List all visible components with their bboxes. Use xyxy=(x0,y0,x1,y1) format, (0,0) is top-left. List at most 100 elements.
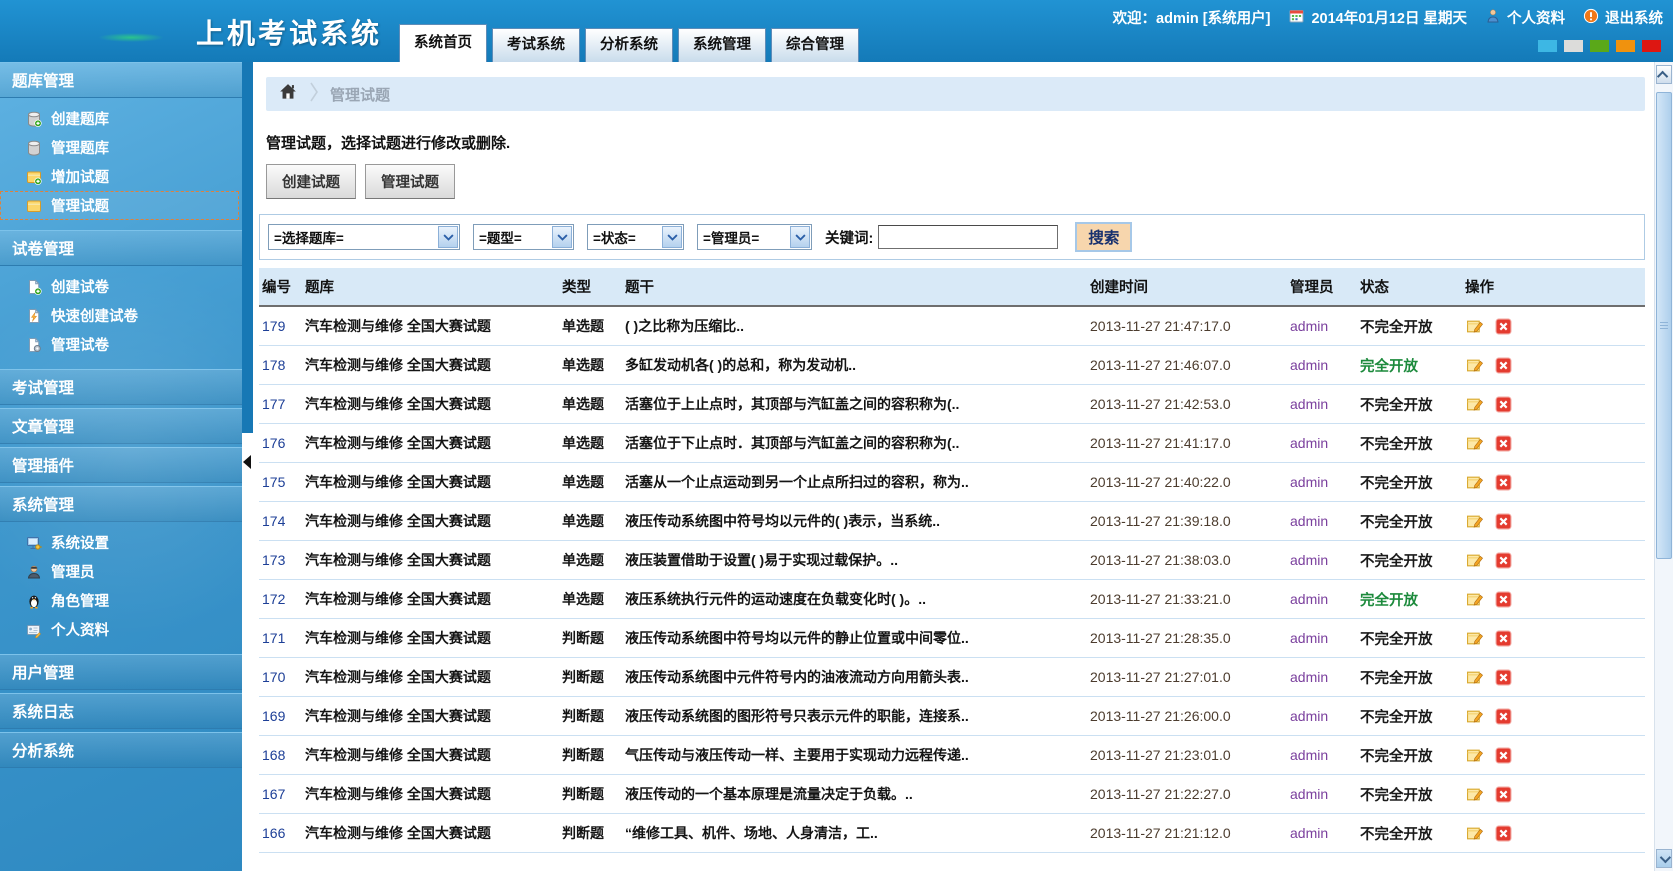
delete-icon[interactable] xyxy=(1495,552,1512,569)
theme-color-swatch[interactable] xyxy=(1564,40,1583,52)
tab-系统管理[interactable]: 系统管理 xyxy=(678,28,766,62)
filter-select-1[interactable]: =选择题库= xyxy=(268,224,460,250)
delete-icon[interactable] xyxy=(1495,786,1512,803)
theme-color-swatch[interactable] xyxy=(1616,40,1635,52)
edit-note-icon[interactable] xyxy=(1465,669,1485,686)
sidebar-item-快速创建试卷[interactable]: 快速创建试卷 xyxy=(0,301,242,330)
cell-stem: 活塞位于下止点时．其顶部与汽缸盖之间的容积称为(.. xyxy=(622,433,1087,453)
tab-考试系统[interactable]: 考试系统 xyxy=(492,28,580,62)
sidebar-section-用户管理[interactable]: 用户管理 xyxy=(0,654,242,690)
scroll-up-button[interactable] xyxy=(1656,65,1672,84)
delete-icon[interactable] xyxy=(1495,318,1512,335)
delete-icon[interactable] xyxy=(1495,357,1512,374)
filter-select-3[interactable]: =状态= xyxy=(587,224,684,250)
edit-note-icon[interactable] xyxy=(1465,708,1485,725)
delete-icon[interactable] xyxy=(1495,708,1512,725)
sidebar-item-管理试题[interactable]: 管理试题 xyxy=(0,191,239,220)
sidebar-item-创建题库[interactable]: 创建题库 xyxy=(0,104,242,133)
edit-note-icon[interactable] xyxy=(1465,552,1485,569)
delete-icon[interactable] xyxy=(1495,474,1512,491)
cell-id: 168 xyxy=(259,747,302,763)
cell-admin: admin xyxy=(1287,474,1357,490)
selected-option: =管理员= xyxy=(703,227,759,247)
sidebar-section-管理插件[interactable]: 管理插件 xyxy=(0,447,242,483)
cell-status: 完全开放 xyxy=(1357,589,1462,610)
sidebar-section-系统日志[interactable]: 系统日志 xyxy=(0,693,242,729)
cell-stem: 活塞位于上止点时，其顶部与汽缸盖之间的容积称为(.. xyxy=(622,394,1087,414)
edit-note-icon[interactable] xyxy=(1465,591,1485,608)
edit-note-icon[interactable] xyxy=(1465,747,1485,764)
edit-note-icon[interactable] xyxy=(1465,513,1485,530)
profile-link[interactable]: 个人资料 xyxy=(1485,7,1565,28)
edit-note-icon[interactable] xyxy=(1465,630,1485,647)
cell-status: 不完全开放 xyxy=(1357,394,1462,415)
delete-icon[interactable] xyxy=(1495,513,1512,530)
filter-select-4[interactable]: =管理员= xyxy=(697,224,812,250)
scroll-down-button[interactable] xyxy=(1656,849,1672,868)
action-button-创建试题[interactable]: 创建试题 xyxy=(266,164,356,199)
tab-综合管理[interactable]: 综合管理 xyxy=(771,28,859,62)
action-button-管理试题[interactable]: 管理试题 xyxy=(365,164,455,199)
sidebar-section-题库管理[interactable]: 题库管理 xyxy=(0,62,242,98)
cell-bank: 汽车检测与维修 全国大赛试题 xyxy=(302,745,559,765)
filter-select-2[interactable]: =题型= xyxy=(473,224,574,250)
logo-graphic xyxy=(98,33,164,42)
sidebar-item-创建试卷[interactable]: 创建试卷 xyxy=(0,272,242,301)
tab-分析系统[interactable]: 分析系统 xyxy=(585,28,673,62)
sidebar-item-管理题库[interactable]: 管理题库 xyxy=(0,133,242,162)
home-icon[interactable] xyxy=(278,82,298,106)
sidebar-item-管理试卷[interactable]: 管理试卷 xyxy=(0,330,242,359)
edit-note-icon[interactable] xyxy=(1465,435,1485,452)
tab-系统首页[interactable]: 系统首页 xyxy=(399,24,487,62)
delete-icon[interactable] xyxy=(1495,435,1512,452)
sidebar-item-角色管理[interactable]: 角色管理 xyxy=(0,586,242,615)
edit-note-icon[interactable] xyxy=(1465,357,1485,374)
cell-id: 173 xyxy=(259,552,302,568)
cell-stem: 液压传动系统图中符号均以元件的( )表示，当系统.. xyxy=(622,511,1087,531)
search-button[interactable]: 搜索 xyxy=(1075,222,1132,252)
sidebar-collapse-handle[interactable] xyxy=(243,455,251,469)
cell-bank: 汽车检测与维修 全国大赛试题 xyxy=(302,706,559,726)
sidebar-section-分析系统[interactable]: 分析系统 xyxy=(0,732,242,768)
delete-icon[interactable] xyxy=(1495,747,1512,764)
sidebar-section-系统管理[interactable]: 系统管理 xyxy=(0,486,242,522)
edit-note-icon[interactable] xyxy=(1465,396,1485,413)
table-row: 170汽车检测与维修 全国大赛试题判断题液压传动系统图中元件符号内的油液流动方向… xyxy=(259,658,1645,697)
edit-note-icon[interactable] xyxy=(1465,474,1485,491)
delete-icon[interactable] xyxy=(1495,825,1512,842)
scrollbar-thumb[interactable] xyxy=(1656,92,1672,559)
cell-bank: 汽车检测与维修 全国大赛试题 xyxy=(302,433,559,453)
cell-type: 判断题 xyxy=(559,628,622,648)
keyword-input[interactable] xyxy=(878,225,1058,249)
sidebar-item-管理员[interactable]: 管理员 xyxy=(0,557,242,586)
delete-icon[interactable] xyxy=(1495,630,1512,647)
sidebar-item-增加试题[interactable]: 增加试题 xyxy=(0,162,242,191)
cell-operations xyxy=(1462,591,1645,608)
sidebar-section-文章管理[interactable]: 文章管理 xyxy=(0,408,242,444)
logout-link[interactable]: 退出系统 xyxy=(1583,7,1663,28)
delete-icon[interactable] xyxy=(1495,396,1512,413)
cell-operations xyxy=(1462,318,1645,335)
theme-color-swatch[interactable] xyxy=(1642,40,1661,52)
cell-id: 172 xyxy=(259,591,302,607)
edit-note-icon[interactable] xyxy=(1465,825,1485,842)
edit-note-icon[interactable] xyxy=(1465,786,1485,803)
delete-icon[interactable] xyxy=(1495,669,1512,686)
cell-status: 不完全开放 xyxy=(1357,550,1462,571)
sidebar-item-系统设置[interactable]: 系统设置 xyxy=(0,528,242,557)
delete-icon[interactable] xyxy=(1495,591,1512,608)
theme-color-swatch[interactable] xyxy=(1590,40,1609,52)
cell-admin: admin xyxy=(1287,708,1357,724)
theme-color-swatch[interactable] xyxy=(1538,40,1557,52)
cell-admin: admin xyxy=(1287,357,1357,373)
cell-operations xyxy=(1462,552,1645,569)
cell-id: 179 xyxy=(259,318,302,334)
edit-note-icon[interactable] xyxy=(1465,318,1485,335)
sidebar-item-个人资料[interactable]: 个人资料 xyxy=(0,615,242,644)
table-row: 175汽车检测与维修 全国大赛试题单选题活塞从一个止点运动到另一个止点所扫过的容… xyxy=(259,463,1645,502)
cell-admin: admin xyxy=(1287,747,1357,763)
sidebar-section-试卷管理[interactable]: 试卷管理 xyxy=(0,230,242,266)
cell-id: 178 xyxy=(259,357,302,373)
cell-type: 单选题 xyxy=(559,394,622,414)
sidebar-section-考试管理[interactable]: 考试管理 xyxy=(0,369,242,405)
